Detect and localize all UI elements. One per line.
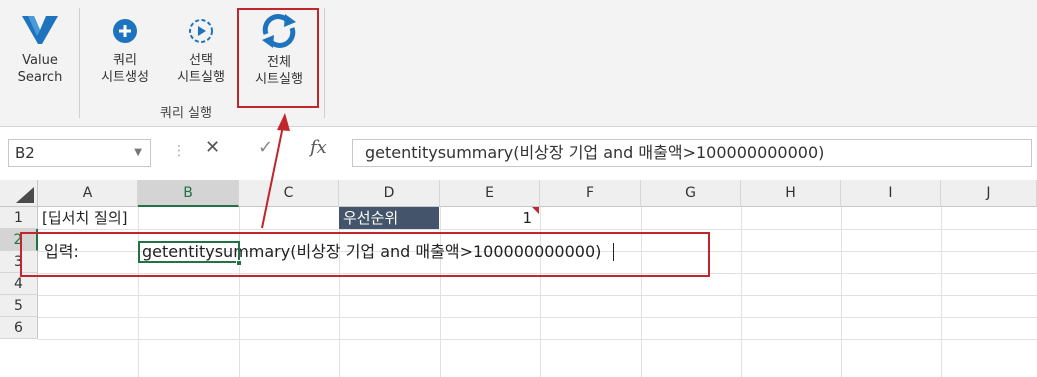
annotation-arrow <box>261 113 290 229</box>
